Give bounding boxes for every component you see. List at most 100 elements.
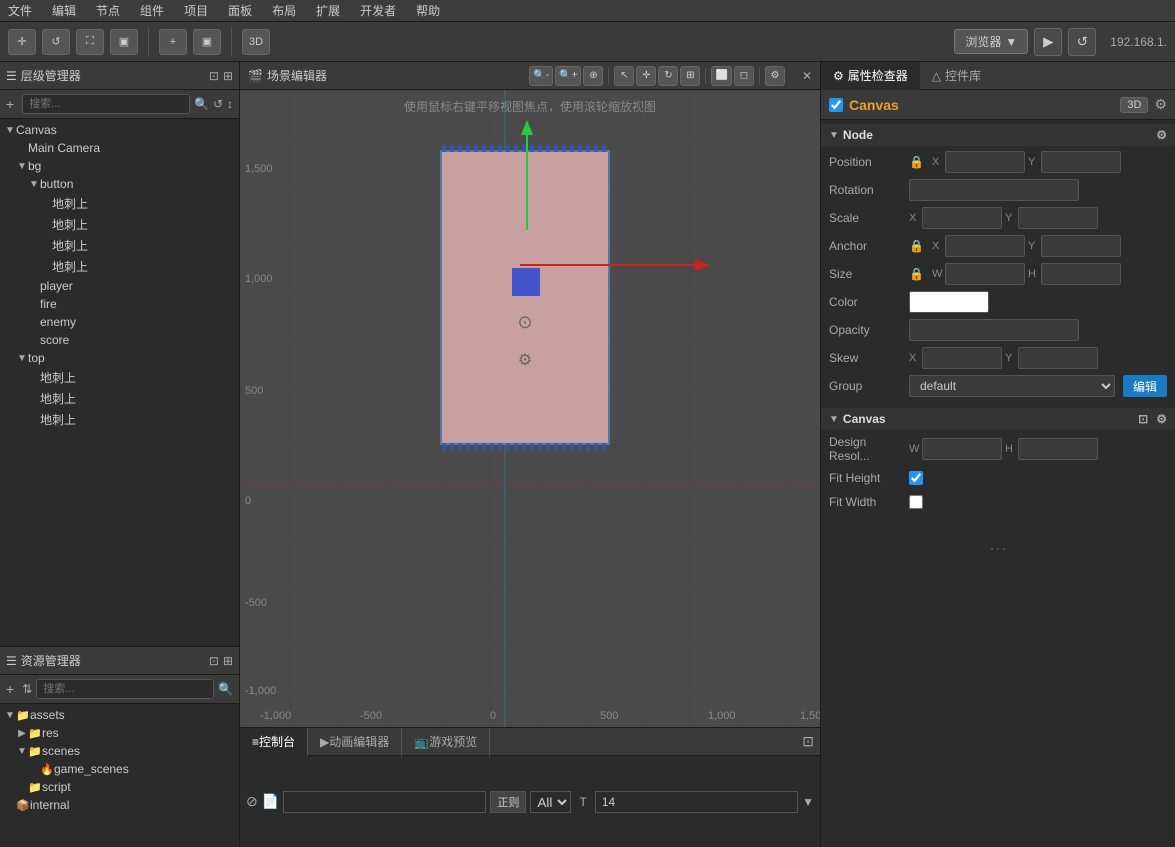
console-font-size[interactable] bbox=[595, 791, 798, 813]
console-filter-select[interactable]: All bbox=[530, 791, 571, 813]
asset-search-btn[interactable]: 🔍 bbox=[218, 682, 233, 696]
console-panel-expand[interactable]: ⊡ bbox=[802, 733, 814, 750]
tree-item-spike5[interactable]: 地刺上 bbox=[0, 367, 239, 388]
resol-w-input[interactable]: 720 bbox=[922, 438, 1002, 460]
layer-manager-icon-1[interactable]: ⊡ bbox=[209, 69, 219, 83]
tree-item-assets[interactable]: ▼ 📁 assets bbox=[0, 706, 239, 724]
anchor-y-input[interactable]: 0.5 bbox=[1041, 235, 1121, 257]
group-select[interactable]: default bbox=[909, 375, 1115, 397]
layer-refresh-btn[interactable]: ↺ bbox=[213, 97, 223, 111]
scene-zoom-out-btn[interactable]: 🔍- bbox=[529, 66, 553, 86]
tree-item-button[interactable]: ▼ button bbox=[0, 175, 239, 193]
layer-collapse-btn[interactable]: ↕ bbox=[227, 97, 233, 111]
skew-x-input[interactable]: 0 bbox=[922, 347, 1002, 369]
tab-inspector[interactable]: ⚙ 属性检查器 bbox=[821, 62, 920, 90]
group-edit-btn[interactable]: 编辑 bbox=[1123, 375, 1167, 397]
menu-developer[interactable]: 开发者 bbox=[356, 2, 400, 19]
rotation-input[interactable]: 0 bbox=[909, 179, 1079, 201]
position-lock-icon[interactable]: 🔒 bbox=[909, 155, 924, 169]
tab-preview[interactable]: 📺 游戏预览 bbox=[402, 728, 490, 756]
tree-item-spike3[interactable]: 地刺上 bbox=[0, 235, 239, 256]
menu-help[interactable]: 帮助 bbox=[412, 2, 444, 19]
skew-y-input[interactable]: 0 bbox=[1018, 347, 1098, 369]
scene-zoom-fit-btn[interactable]: ⊕ bbox=[583, 66, 603, 86]
scene-rotate-btn[interactable]: ↻ bbox=[658, 66, 678, 86]
canvas-visible-checkbox[interactable] bbox=[829, 98, 843, 112]
opacity-input[interactable]: 255 bbox=[909, 319, 1079, 341]
tree-item-spike6[interactable]: 地刺上 bbox=[0, 388, 239, 409]
size-h-input[interactable]: 1280 bbox=[1041, 263, 1121, 285]
asset-sort-btn[interactable]: ⇅ bbox=[22, 682, 32, 696]
console-clear-btn[interactable]: ⊘ bbox=[246, 793, 258, 810]
asset-search-input[interactable] bbox=[36, 679, 214, 699]
toolbar-move-btn[interactable]: ✛ bbox=[8, 29, 36, 55]
menu-component[interactable]: 组件 bbox=[136, 2, 168, 19]
refresh-scene-btn[interactable]: ↺ bbox=[1068, 28, 1096, 56]
color-swatch[interactable] bbox=[909, 291, 989, 313]
tree-item-score[interactable]: score bbox=[0, 331, 239, 349]
fit-height-checkbox[interactable] bbox=[909, 471, 923, 485]
tree-item-script[interactable]: 📁 script bbox=[0, 778, 239, 796]
resol-h-input[interactable]: 1280 bbox=[1018, 438, 1098, 460]
scene-select-btn[interactable]: ↖ bbox=[614, 66, 634, 86]
toolbar-refresh-btn[interactable]: ↺ bbox=[42, 29, 70, 55]
asset-icon-2[interactable]: ⊞ bbox=[223, 654, 233, 668]
tree-item-spike4[interactable]: 地刺上 bbox=[0, 256, 239, 277]
tree-item-player[interactable]: player bbox=[0, 277, 239, 295]
menu-project[interactable]: 项目 bbox=[180, 2, 212, 19]
tab-widget-lib[interactable]: △ 控件库 bbox=[920, 62, 993, 90]
menu-node[interactable]: 节点 bbox=[92, 2, 124, 19]
console-regex-btn[interactable]: 正则 bbox=[490, 791, 526, 813]
tree-item-main-camera[interactable]: Main Camera bbox=[0, 139, 239, 157]
canvas-settings-btn[interactable]: ⚙ bbox=[1154, 96, 1167, 113]
tree-item-game-scenes[interactable]: 🔥 game_scenes bbox=[0, 760, 239, 778]
layer-search-input[interactable] bbox=[22, 94, 190, 114]
layer-add-btn[interactable]: + bbox=[6, 96, 14, 112]
tree-item-fire[interactable]: fire bbox=[0, 295, 239, 313]
tab-console[interactable]: ≡ 控制台 bbox=[240, 728, 308, 756]
pos-y-input[interactable]: 640 bbox=[1041, 151, 1121, 173]
layer-search-btn[interactable]: 🔍 bbox=[194, 97, 209, 111]
tab-animation[interactable]: ▶ 动画编辑器 bbox=[308, 728, 402, 756]
menu-edit[interactable]: 编辑 bbox=[48, 2, 80, 19]
scene-anchor-btn[interactable]: ⬜ bbox=[711, 66, 731, 86]
asset-add-btn[interactable]: + bbox=[6, 681, 14, 697]
scale-x-input[interactable]: 1 bbox=[922, 207, 1002, 229]
layer-manager-icon-2[interactable]: ⊞ bbox=[223, 69, 233, 83]
scene-box-btn[interactable]: ◻ bbox=[734, 66, 754, 86]
console-doc-btn[interactable]: 📄 bbox=[262, 793, 279, 810]
scene-zoom-in-btn[interactable]: 🔍+ bbox=[555, 66, 581, 86]
tree-item-spike2[interactable]: 地刺上 bbox=[0, 214, 239, 235]
size-lock-icon[interactable]: 🔒 bbox=[909, 267, 924, 281]
canvas-section-copy[interactable]: ⊡ bbox=[1138, 412, 1148, 426]
size-w-input[interactable]: 720 bbox=[945, 263, 1025, 285]
tree-item-spike1[interactable]: 地刺上 bbox=[0, 193, 239, 214]
tree-item-spike7[interactable]: 地刺上 bbox=[0, 409, 239, 430]
tree-item-enemy[interactable]: enemy bbox=[0, 313, 239, 331]
scene-move-btn[interactable]: ✛ bbox=[636, 66, 656, 86]
anchor-lock-icon[interactable]: 🔒 bbox=[909, 239, 924, 253]
fit-width-checkbox[interactable] bbox=[909, 495, 923, 509]
tree-item-bg[interactable]: ▼ bg bbox=[0, 157, 239, 175]
tree-item-canvas[interactable]: ▼ Canvas bbox=[0, 121, 239, 139]
browser-btn[interactable]: 浏览器 ▼ bbox=[954, 29, 1028, 54]
asset-icon-1[interactable]: ⊡ bbox=[209, 654, 219, 668]
toolbar-layout-btn[interactable]: ⛶ bbox=[76, 29, 104, 55]
menu-panel[interactable]: 面板 bbox=[224, 2, 256, 19]
tree-item-scenes[interactable]: ▼ 📁 scenes bbox=[0, 742, 239, 760]
menu-extension[interactable]: 扩展 bbox=[312, 2, 344, 19]
canvas-section-gear[interactable]: ⚙ bbox=[1156, 412, 1167, 426]
scale-y-input[interactable]: 1 bbox=[1018, 207, 1098, 229]
tree-item-internal[interactable]: 📦 internal bbox=[0, 796, 239, 814]
font-size-dropdown[interactable]: ▼ bbox=[802, 795, 814, 809]
tree-item-top[interactable]: ▼ top bbox=[0, 349, 239, 367]
tree-item-res[interactable]: ▶ 📁 res bbox=[0, 724, 239, 742]
toolbar-3d-btn[interactable]: 3D bbox=[242, 29, 270, 55]
scene-panel-close[interactable]: ✕ bbox=[802, 69, 812, 83]
play-btn[interactable]: ▶ bbox=[1034, 28, 1062, 56]
console-filter-input[interactable] bbox=[283, 791, 486, 813]
scene-canvas[interactable]: 使用鼠标右键平移视图焦点，使用滚轮缩放视图 bbox=[240, 90, 820, 727]
scene-scale-btn[interactable]: ⊞ bbox=[680, 66, 700, 86]
toolbar-rect-btn[interactable]: ▣ bbox=[110, 29, 138, 55]
node-section-gear[interactable]: ⚙ bbox=[1156, 128, 1167, 142]
